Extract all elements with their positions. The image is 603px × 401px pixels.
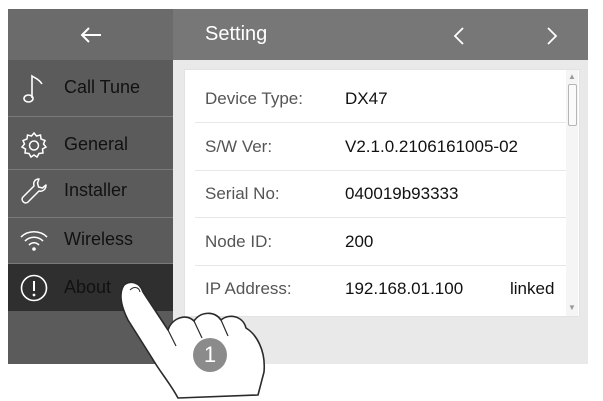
hand-pointer-icon — [120, 281, 266, 399]
step-number-badge: 1 — [193, 338, 227, 372]
